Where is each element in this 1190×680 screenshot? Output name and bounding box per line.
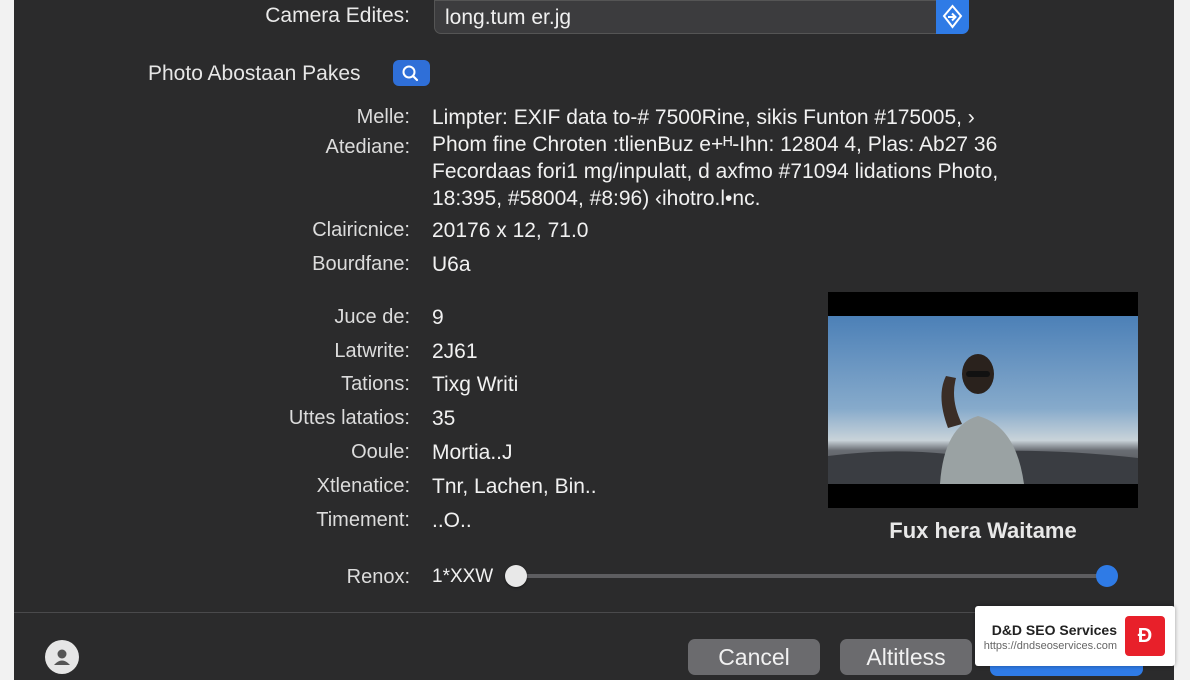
slider-value: 1*XXW <box>432 566 494 587</box>
description-text: Limpter: EXIF data to-# 7500Rine, sikis … <box>432 104 1112 212</box>
field-label: Latwrite: <box>334 340 410 362</box>
field-value: U6a <box>432 253 471 276</box>
field-value: 2J61 <box>432 340 478 363</box>
description-line: Fecordaas fori1 mg/inpulatt, d axfmo #71… <box>432 160 999 183</box>
watermark-name: D&D SEO Services <box>991 622 1117 638</box>
field-value: Tnr, Lachen, Bin.. <box>432 475 597 498</box>
field-value: Tixg Writi <box>432 373 519 396</box>
description-label-2: Atediane: <box>325 136 410 158</box>
slider-track[interactable] <box>516 574 1108 578</box>
secondary-button[interactable]: Altitless <box>840 639 972 675</box>
field-label: Uttes latatios: <box>288 407 410 429</box>
watermark-logo: Ð <box>1125 616 1165 656</box>
field-value: 20176 x 12, 71.0 <box>432 219 589 242</box>
photo-caption: Fux hera Waitame <box>889 518 1077 543</box>
photo-preview[interactable] <box>828 292 1138 508</box>
field-label: Bourdfane: <box>312 253 410 275</box>
field-label: Xtlenatice: <box>316 475 410 497</box>
slider-label: Renox: <box>346 566 410 588</box>
field-label: Ooule: <box>351 441 410 463</box>
watermark-badge[interactable]: D&D SEO Services https://dndseoservices.… <box>975 606 1175 666</box>
field-value: 35 <box>432 407 456 430</box>
photo-section-label: Photo Abostaan Pakes <box>148 62 361 85</box>
description-line: Phom fine Chroten :tlienBuz e+ᴴ-Ihn: 128… <box>432 133 998 156</box>
file-name-input[interactable] <box>443 3 927 33</box>
field-value: ..O.. <box>432 509 472 532</box>
cancel-button[interactable]: Cancel <box>688 639 820 675</box>
person-silhouette <box>828 354 1138 484</box>
stepper-icon <box>942 4 963 29</box>
description-line: Limpter: EXIF data to-# 7500Rine, sikis … <box>432 106 975 129</box>
user-icon <box>54 649 70 665</box>
description-label-1: Melle: <box>356 106 410 128</box>
field-value: Mortia..J <box>432 441 513 464</box>
slider-knob[interactable] <box>505 565 527 587</box>
file-stepper-button[interactable] <box>936 0 969 34</box>
user-button[interactable] <box>45 640 79 674</box>
field-label: Tations: <box>341 373 410 395</box>
search-icon <box>402 65 419 82</box>
file-name-field[interactable] <box>434 0 968 34</box>
field-label: Juce de: <box>334 306 410 328</box>
description-line: 18:395, #58004, #8:96) ‹ihotro.l•nc. <box>432 187 761 210</box>
photo-preview-image <box>828 316 1138 484</box>
field-label: Timement: <box>316 509 410 531</box>
field-label: Clairicnice: <box>312 219 410 241</box>
watermark-url: https://dndseoservices.com <box>983 640 1117 652</box>
image-info-dialog: Camera Edites: Photo Abostaan Pakes Mell… <box>14 0 1174 680</box>
file-label: Camera Edites: <box>265 4 410 27</box>
search-button[interactable] <box>393 60 430 86</box>
slider-end-handle[interactable] <box>1096 565 1118 587</box>
field-value: 9 <box>432 306 444 329</box>
